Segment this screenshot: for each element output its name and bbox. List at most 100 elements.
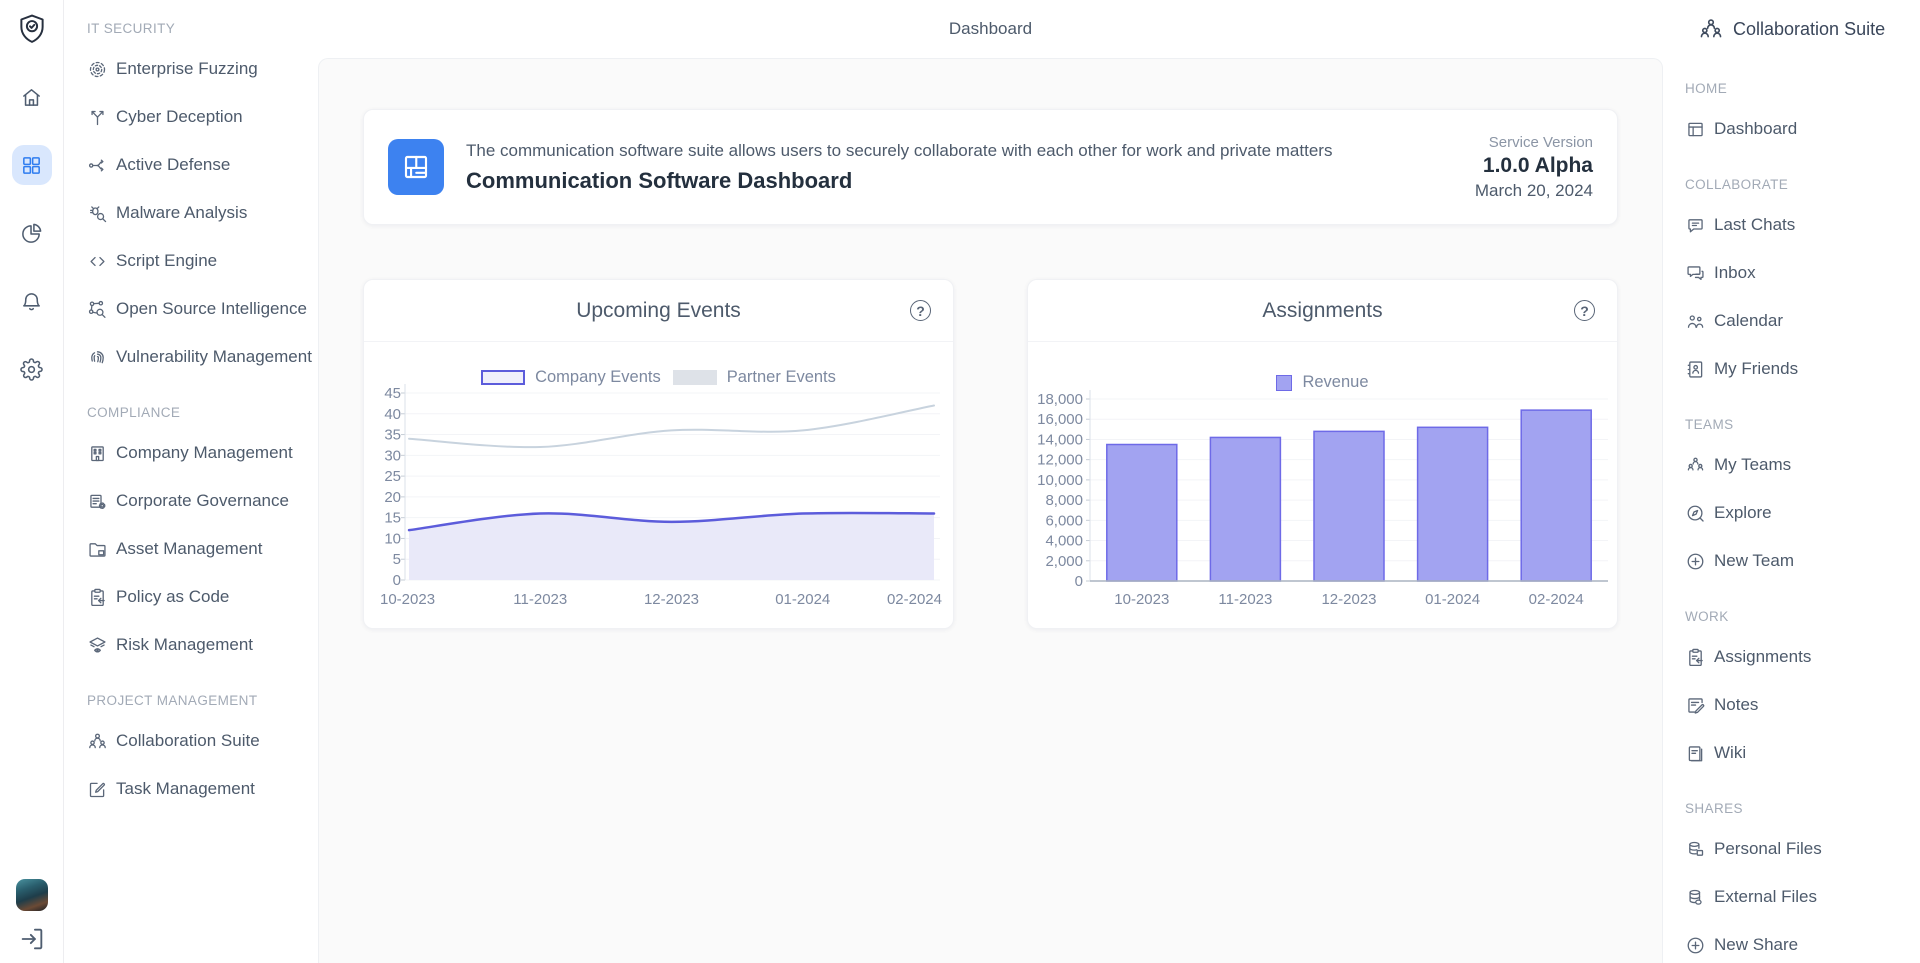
square-pencil-icon [87,779,108,800]
nav-item-label: Active Defense [116,155,230,175]
team-icon [1685,455,1706,476]
icon-rail [0,0,64,963]
nav-item-label: Assignments [1714,647,1811,667]
app-root: IT SECURITY Enterprise Fuzzing Cyber Decep… [0,0,1920,963]
sidebar-right-section-collaborate: COLLABORATELast ChatsInboxCalendarMy Fri… [1685,175,1912,393]
sidebar-right-item-my-friends[interactable]: My Friends [1685,345,1912,393]
rail-pie-chart-icon[interactable] [12,213,52,253]
nav-item-label: Collaboration Suite [116,731,260,751]
plus-circle-icon [1685,935,1706,956]
nav-item-label: My Teams [1714,455,1791,475]
legend-company-events[interactable]: Company Events [481,368,661,387]
content-panel: The communication software suite allows … [318,58,1663,963]
sidebar-left-item-malware-analysis[interactable]: Malware Analysis [87,189,310,237]
sidebar-left-item-vulnerability-management[interactable]: Vulnerability Management [87,333,310,381]
sidebar-right-item-inbox[interactable]: Inbox [1685,249,1912,297]
sidebar-right-item-external-files[interactable]: External Files [1685,873,1912,921]
rail-gear-icon[interactable] [12,349,52,389]
sidebar-left-item-company-management[interactable]: Company Management [87,429,310,477]
sidebar-right-item-calendar[interactable]: Calendar [1685,297,1912,345]
svg-text:30: 30 [384,447,401,464]
svg-text:2,000: 2,000 [1045,553,1083,570]
sidebar-left-section-compliance: COMPLIANCECompany ManagementCorporate Go… [87,403,310,669]
nav-item-label: Risk Management [116,635,253,655]
sidebar-right-item-dashboard[interactable]: Dashboard [1685,105,1912,153]
sidebar-left-item-corporate-governance[interactable]: Corporate Governance [87,477,310,525]
sidebar-left-item-active-defense[interactable]: Active Defense [87,141,310,189]
svg-text:12-2023: 12-2023 [644,591,699,608]
sidebar-left-item-risk-management[interactable]: Risk Management [87,621,310,669]
fingerprint-icon [87,347,108,368]
sidebar-right-item-notes[interactable]: Notes [1685,681,1912,729]
sidebar-left-section-project-management: PROJECT MANAGEMENT Collaboration Suite Tas… [87,691,310,813]
question-circle-icon[interactable]: ? [1574,300,1595,321]
sidebar-left-item-collaboration-suite[interactable]: Collaboration Suite [87,717,310,765]
sidebar-left-item-enterprise-fuzzing[interactable]: Enterprise Fuzzing [87,45,310,93]
sidebar-right-item-assignments[interactable]: Assignments [1685,633,1912,681]
svg-text:25: 25 [384,468,401,485]
people-group-icon [1698,16,1724,42]
svg-text:6,000: 6,000 [1045,512,1083,529]
people-group-icon [87,731,108,752]
nav-item-label: Calendar [1714,311,1783,331]
sidebar-right-item-new-team[interactable]: New Team [1685,537,1912,585]
header-card-text: The communication software suite allows … [466,141,1332,194]
sidebar-right-item-wiki[interactable]: Wiki [1685,729,1912,777]
sidebar-right-item-last-chats[interactable]: Last Chats [1685,201,1912,249]
user-avatar[interactable] [16,879,48,911]
right-sidebar-title: Collaboration Suite [1733,19,1885,40]
question-circle-icon[interactable]: ? [910,300,931,321]
sidebar-left-item-script-engine[interactable]: Script Engine [87,237,310,285]
database-icon [1685,887,1706,908]
shield-check-logo-icon [15,12,49,46]
main-area: Dashboard The communication software sui… [318,0,1663,963]
app-title-heading: Communication Software Dashboard [466,168,1332,194]
sidebar-right-section-work: WORKAssignmentsNotesWiki [1685,607,1912,777]
rail-grid-dashboard-icon[interactable] [12,145,52,185]
header-card: The communication software suite allows … [363,109,1618,225]
sidebar-left-item-open-source-intelligence[interactable]: Open Source Intelligence [87,285,310,333]
nav-item-label: Dashboard [1714,119,1797,139]
section-header-shares: SHARES [1685,799,1912,819]
section-header-it-security: IT SECURITY [87,19,310,39]
chart-legend: Company Events Partner Events [364,368,953,387]
sidebar-left-item-cyber-deception[interactable]: Cyber Deception [87,93,310,141]
sidebar-right-item-explore[interactable]: Explore [1685,489,1912,537]
two-people-icon [1685,311,1706,332]
topbar: Dashboard [318,0,1663,58]
chat-bubble-icon [1685,215,1706,236]
svg-text:01-2024: 01-2024 [1425,591,1480,608]
sidebar-left-item-asset-management[interactable]: Asset Management [87,525,310,573]
legend-label: Partner Events [727,368,836,387]
logout-icon[interactable] [18,925,46,953]
svg-text:5: 5 [393,551,401,568]
section-header-teams: TEAMS [1685,415,1912,435]
sidebar-right-item-my-teams[interactable]: My Teams [1685,441,1912,489]
nav-item-label: Open Source Intelligence [116,299,307,319]
legend-partner-events[interactable]: Partner Events [673,368,836,387]
list-gear-icon [87,491,108,512]
svg-text:10,000: 10,000 [1037,472,1083,489]
nav-item-label: Notes [1714,695,1758,715]
sidebar-right-item-new-share[interactable]: New Share [1685,921,1912,963]
svg-text:20: 20 [384,489,401,506]
nav-item-label: Policy as Code [116,587,229,607]
svg-text:10-2023: 10-2023 [380,591,435,608]
legend-label: Company Events [535,368,661,387]
sidebar-right-item-personal-files[interactable]: Personal Files [1685,825,1912,873]
rail-bell-icon[interactable] [12,281,52,321]
legend-swatch [481,370,525,385]
nav-item-label: Script Engine [116,251,217,271]
legend-revenue[interactable]: Revenue [1276,373,1368,392]
nav-item-label: Cyber Deception [116,107,243,127]
bug-magnifier-icon [87,203,108,224]
upcoming-events-card: Upcoming Events?05101520253035404510-202… [363,279,954,629]
sidebar-left-item-task-management[interactable]: Task Management [87,765,310,813]
rail-home-icon[interactable] [12,77,52,117]
section-header-project-management: PROJECT MANAGEMENT [87,691,310,711]
sidebar-left-item-policy-as-code[interactable]: Policy as Code [87,573,310,621]
compass-icon [1685,503,1706,524]
svg-text:0: 0 [1075,573,1083,590]
svg-text:11-2023: 11-2023 [1218,591,1272,608]
address-book-icon [1685,359,1706,380]
